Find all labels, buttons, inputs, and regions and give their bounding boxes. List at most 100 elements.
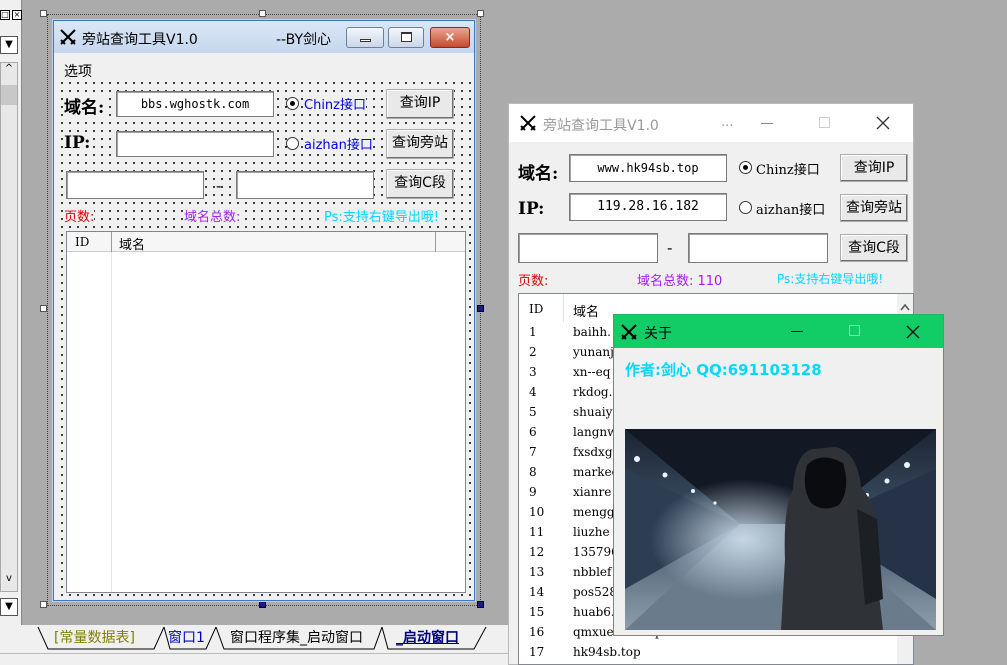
col-domain[interactable]: 域名 <box>573 301 599 320</box>
row-id: 4 <box>529 385 537 399</box>
table-row[interactable]: 17 hk94sb.top <box>519 642 897 662</box>
main-title-bar[interactable]: 旁站查询工具V1.0 ... <box>509 104 913 142</box>
radio-chinz[interactable] <box>286 97 299 110</box>
c-start-input[interactable] <box>66 171 204 199</box>
row-domain: mengg. <box>573 505 619 519</box>
col-id[interactable]: ID <box>75 235 89 249</box>
query-site-button[interactable]: 查询旁站 <box>386 129 454 159</box>
title-more: ... <box>721 115 734 130</box>
design-title-bar[interactable]: 旁站查询工具V1.0 --BY剑心 × <box>54 21 474 53</box>
maximize-icon <box>401 32 412 42</box>
col-divider <box>563 294 564 322</box>
ip-label: IP: <box>64 133 91 153</box>
row-id: 3 <box>529 365 537 379</box>
resize-handle[interactable] <box>40 601 47 608</box>
total-label: 域名总数: 110 <box>637 274 723 289</box>
close-icon[interactable] <box>906 325 920 339</box>
c-end-input[interactable] <box>236 171 374 199</box>
scroll-up-icon[interactable]: ^ <box>1 63 17 81</box>
query-site-button[interactable]: 查询旁站 <box>840 194 908 222</box>
scroll-down-icon[interactable]: v <box>1 573 17 591</box>
design-window: 旁站查询工具V1.0 --BY剑心 × 选项 域名: bbs.wghostk.c… <box>53 20 475 601</box>
resize-handle[interactable] <box>259 601 266 608</box>
domain-label: 域名: <box>64 93 105 118</box>
row-id: 16 <box>529 625 545 639</box>
maximize-icon[interactable] <box>849 325 860 336</box>
close-icon[interactable]: × <box>12 10 22 20</box>
ide-left-panel: □ × ▼ ^ v ▼ <box>0 0 22 630</box>
pages-label: 页数: <box>64 206 95 225</box>
row-id: 12 <box>529 545 545 559</box>
about-title-bar[interactable]: 关于 <box>614 315 943 348</box>
scroll-thumb[interactable] <box>1 85 17 105</box>
col-divider <box>111 232 112 252</box>
resize-handle[interactable] <box>259 10 266 17</box>
radio-aizhan[interactable] <box>739 201 752 214</box>
ide-scrollbar[interactable]: ^ v <box>0 62 18 592</box>
about-window: 关于 作者:剑心 QQ:691103128 <box>613 314 944 636</box>
minimize-icon <box>360 39 371 42</box>
menu-item-options[interactable]: 选项 <box>64 61 92 81</box>
pages-label: 页数: <box>518 274 549 289</box>
domain-input[interactable]: bbs.wghostk.com <box>116 91 274 117</box>
radio-chinz[interactable] <box>739 161 752 174</box>
row-domain: langnw <box>573 425 618 439</box>
resize-handle[interactable] <box>477 305 484 312</box>
row-id: 11 <box>529 525 545 539</box>
c-start-input[interactable] <box>518 233 658 263</box>
dash-label: - <box>667 239 673 257</box>
minimize-icon[interactable] <box>761 123 773 124</box>
query-c-button[interactable]: 查询C段 <box>386 169 454 199</box>
maximize-icon[interactable] <box>819 117 830 128</box>
ip-label: IP: <box>518 199 545 219</box>
dash-label: - <box>216 177 222 195</box>
dropdown-bottom[interactable]: ▼ <box>0 598 18 616</box>
row-domain: xianre <box>573 485 612 499</box>
ps-label: Ps:支持右键导出哦! <box>777 272 884 286</box>
chevron-up-icon[interactable] <box>900 303 910 311</box>
col-gridline <box>111 252 112 592</box>
tab-window1[interactable]: 窗口1 <box>168 627 205 649</box>
row-domain: nbblef <box>573 565 612 579</box>
tab-constants[interactable]: [常量数据表] <box>54 627 135 649</box>
query-c-button[interactable]: 查询C段 <box>840 234 908 262</box>
query-ip-button[interactable]: 查询IP <box>840 154 908 182</box>
row-id: 5 <box>529 405 537 419</box>
row-domain: xn--eq <box>573 365 611 379</box>
minimize-button[interactable] <box>346 27 384 48</box>
swords-icon <box>60 29 76 45</box>
col-domain[interactable]: 域名 <box>119 234 145 253</box>
ip-input[interactable]: 119.28.16.182 <box>569 193 727 221</box>
design-listview[interactable]: ID 域名 <box>66 231 466 593</box>
restore-icon[interactable]: □ <box>0 10 10 20</box>
row-id: 8 <box>529 465 537 479</box>
resize-handle[interactable] <box>40 305 47 312</box>
swords-icon <box>520 115 536 131</box>
resize-handle[interactable] <box>477 601 484 608</box>
ip-input[interactable] <box>116 131 274 157</box>
row-id: 17 <box>529 645 545 659</box>
radio-aizhan[interactable] <box>286 137 299 150</box>
col-divider <box>435 232 436 252</box>
dropdown-top[interactable]: ▼ <box>0 36 18 54</box>
close-button[interactable]: × <box>430 27 470 48</box>
row-id: 7 <box>529 445 537 459</box>
window-author: --BY剑心 <box>276 32 331 48</box>
tab-window-assembly[interactable]: 窗口程序集_启动窗口 <box>230 627 363 649</box>
minimize-icon[interactable] <box>791 331 803 332</box>
ps-label: Ps:支持右键导出哦! <box>324 206 439 225</box>
menu-bar: 选项 <box>54 53 474 80</box>
radio-aizhan-label: aizhan接口 <box>756 203 826 218</box>
row-id: 9 <box>529 485 537 499</box>
resize-handle[interactable] <box>477 10 484 17</box>
close-icon[interactable] <box>876 116 890 130</box>
row-domain: fxsdxg <box>573 445 613 459</box>
c-end-input[interactable] <box>688 233 828 263</box>
hooded-figure-image <box>625 429 936 630</box>
maximize-button[interactable] <box>388 27 424 48</box>
tab-startup-window[interactable]: _启动窗口 <box>396 627 459 649</box>
query-ip-button[interactable]: 查询IP <box>386 89 454 119</box>
col-id[interactable]: ID <box>529 302 543 316</box>
resize-handle[interactable] <box>40 10 47 17</box>
domain-input[interactable]: www.hk94sb.top <box>569 154 727 182</box>
